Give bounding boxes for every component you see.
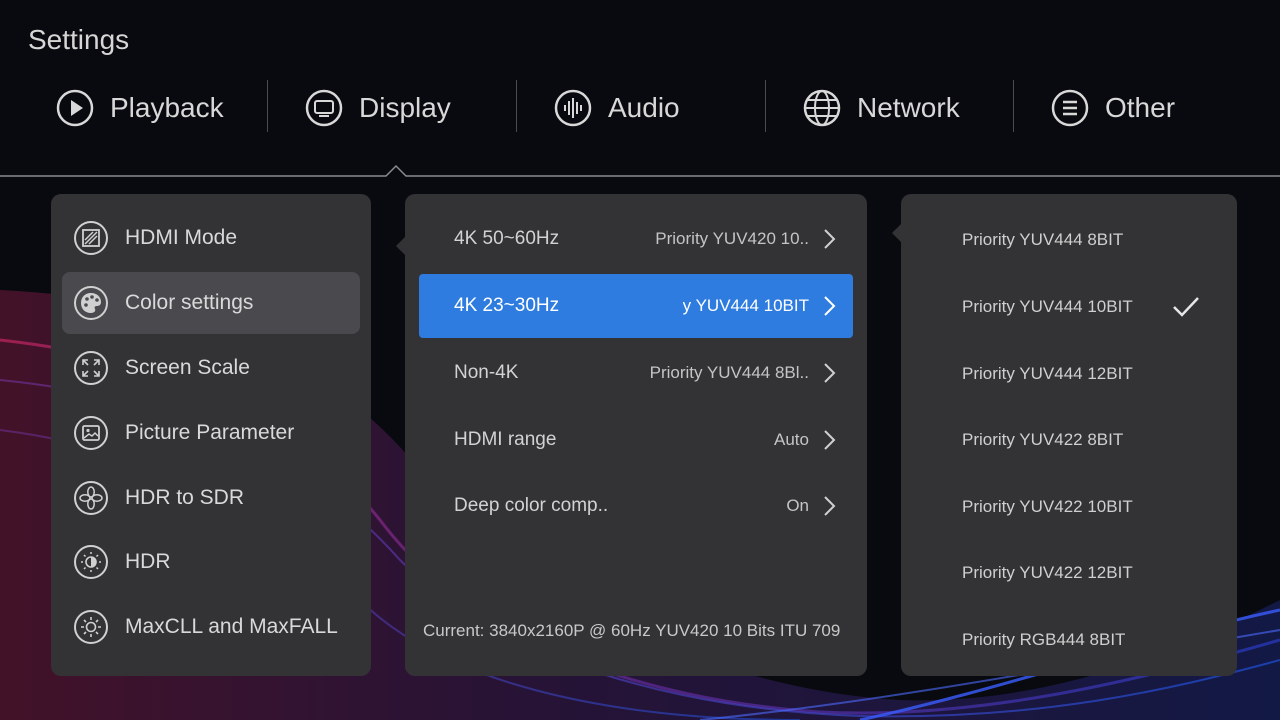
setting-value: Priority YUV444 8Bl..	[649, 363, 809, 382]
chevron-right-icon	[824, 430, 836, 450]
option-label: Priority YUV444 12BIT	[962, 364, 1133, 383]
option-yuv422-10bit[interactable]: Priority YUV422 10BIT	[901, 474, 1237, 540]
menu-item-hdr-to-sdr[interactable]: HDR to SDR	[62, 467, 360, 529]
menu-item-label: Color settings	[125, 291, 254, 314]
tab-indicator-line	[0, 164, 1280, 177]
tab-divider	[1013, 80, 1014, 132]
hdr-sun-icon	[74, 545, 108, 579]
menu-item-label: HDR to SDR	[125, 486, 245, 509]
menu-item-label: MaxCLL and MaxFALL	[125, 615, 338, 638]
option-label: Priority YUV444 10BIT	[962, 297, 1133, 316]
picture-icon	[74, 416, 108, 450]
setting-value: Auto	[774, 430, 809, 449]
option-yuv422-8bit[interactable]: Priority YUV422 8BIT	[901, 407, 1237, 473]
tab-label: Other	[1105, 92, 1176, 123]
checkmark-icon	[1173, 297, 1199, 317]
setting-value: y YUV444 10BIT	[682, 296, 809, 315]
menu-item-label: HDMI Mode	[125, 226, 238, 249]
option-label: Priority YUV422 8BIT	[962, 430, 1124, 449]
option-yuv444-8bit[interactable]: Priority YUV444 8BIT	[901, 207, 1237, 273]
color-settings-panel: 4K 50~60Hz Priority YUV420 10.. 4K 23~30…	[405, 194, 867, 676]
option-label: Priority RGB444 8BIT	[962, 630, 1126, 649]
option-yuv444-12bit[interactable]: Priority YUV444 12BIT	[901, 341, 1237, 407]
setting-row-hdmi-range[interactable]: HDMI range Auto	[419, 408, 853, 472]
menu-circle-icon	[1051, 89, 1089, 127]
chevron-right-icon	[824, 296, 836, 316]
chevron-right-icon	[824, 496, 836, 516]
page-title: Settings	[28, 24, 130, 55]
option-label: Priority YUV422 10BIT	[962, 497, 1133, 516]
tab-divider	[267, 80, 268, 132]
tab-label: Audio	[608, 92, 680, 123]
setting-value: Priority YUV420 10..	[655, 229, 809, 248]
chevron-right-icon	[824, 229, 836, 249]
panel-pointer	[396, 237, 405, 255]
top-tabs: Playback Display Audio Network Other	[0, 78, 1280, 138]
menu-item-label: HDR	[125, 550, 171, 573]
menu-item-maxcll-maxfall[interactable]: MaxCLL and MaxFALL	[62, 596, 360, 658]
tab-other[interactable]: Other	[1051, 78, 1175, 138]
menu-item-hdmi-mode[interactable]: HDMI Mode	[62, 207, 360, 269]
play-circle-icon	[56, 89, 94, 127]
color-options-panel: Priority YUV444 8BIT Priority YUV444 10B…	[901, 194, 1237, 676]
setting-row-non-4k[interactable]: Non-4K Priority YUV444 8Bl..	[419, 341, 853, 405]
tab-display[interactable]: Display	[305, 78, 451, 138]
current-signal-info: Current: 3840x2160P @ 60Hz YUV420 10 Bit…	[423, 621, 841, 640]
tab-playback[interactable]: Playback	[56, 78, 224, 138]
brightness-icon	[74, 610, 108, 644]
menu-item-hdr[interactable]: HDR	[62, 531, 360, 593]
option-label: Priority YUV444 8BIT	[962, 230, 1124, 249]
globe-icon	[803, 89, 841, 127]
menu-item-picture-parameter[interactable]: Picture Parameter	[62, 402, 360, 464]
option-rgb444-8bit[interactable]: Priority RGB444 8BIT	[901, 607, 1237, 673]
tab-label: Playback	[110, 92, 224, 123]
menu-item-label: Picture Parameter	[125, 421, 295, 444]
audio-wave-icon	[554, 89, 592, 127]
setting-label: 4K 50~60Hz	[454, 228, 560, 249]
menu-item-screen-scale[interactable]: Screen Scale	[62, 337, 360, 399]
flower-icon	[74, 481, 108, 515]
chevron-right-icon	[824, 363, 836, 383]
setting-label: HDMI range	[454, 429, 557, 450]
tab-audio[interactable]: Audio	[554, 78, 680, 138]
tab-divider	[516, 80, 517, 132]
palette-icon	[74, 286, 108, 320]
menu-item-label: Screen Scale	[125, 356, 250, 379]
menu-item-color-settings[interactable]: Color settings	[62, 272, 360, 334]
expand-arrows-icon	[74, 351, 108, 385]
option-label: Priority YUV422 12BIT	[962, 563, 1133, 582]
setting-value: On	[786, 496, 809, 515]
setting-label: 4K 23~30Hz	[454, 295, 560, 316]
setting-row-4k-50-60hz[interactable]: 4K 50~60Hz Priority YUV420 10..	[419, 207, 853, 271]
left-menu-panel: HDMI Mode Color settings Screen Scale Pi…	[51, 194, 371, 676]
setting-label: Non-4K	[454, 362, 519, 383]
option-yuv444-10bit[interactable]: Priority YUV444 10BIT	[901, 274, 1237, 340]
tab-network[interactable]: Network	[803, 78, 960, 138]
tab-label: Network	[857, 92, 960, 123]
tab-divider	[765, 80, 766, 132]
panel-pointer	[892, 224, 901, 242]
setting-row-deep-color[interactable]: Deep color comp.. On	[419, 474, 853, 538]
tab-label: Display	[359, 92, 451, 123]
setting-row-4k-23-30hz[interactable]: 4K 23~30Hz y YUV444 10BIT	[419, 274, 853, 338]
monitor-icon	[305, 89, 343, 127]
hdmi-mode-icon	[74, 221, 108, 255]
setting-label: Deep color comp..	[454, 495, 609, 516]
option-yuv422-12bit[interactable]: Priority YUV422 12BIT	[901, 540, 1237, 606]
